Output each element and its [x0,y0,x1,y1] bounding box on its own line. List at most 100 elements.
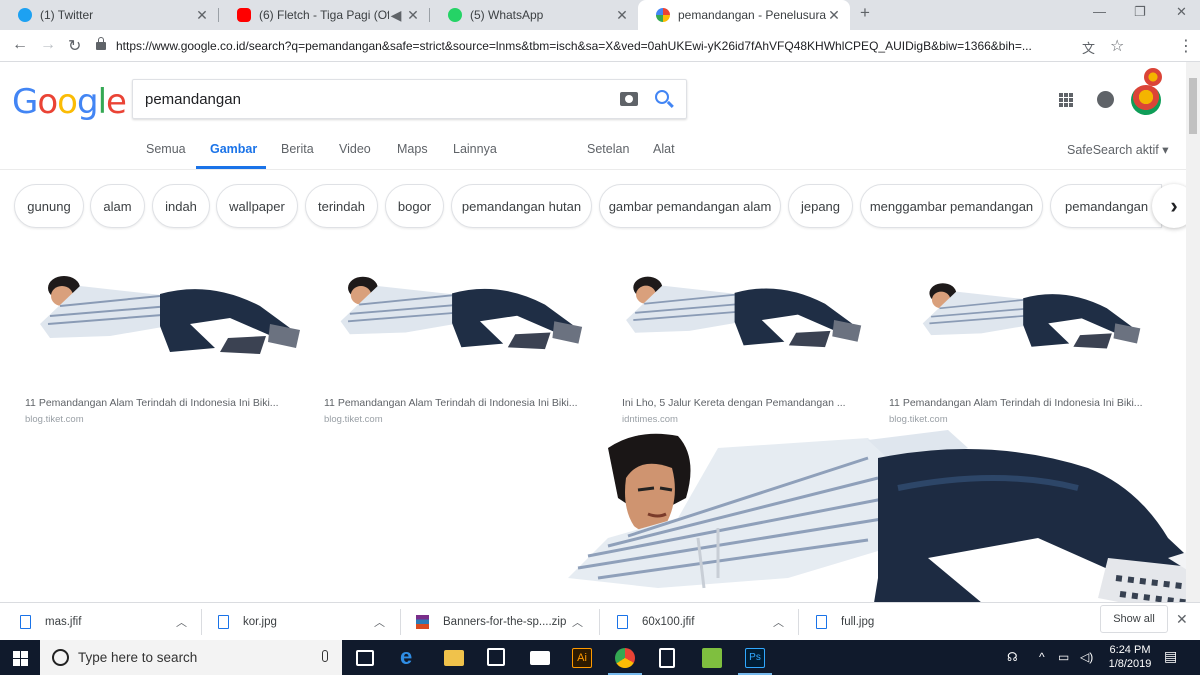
chevron-up-icon[interactable]: ︿ [176,614,187,630]
tab-google-search[interactable]: pemandangan - Penelusuran Go ✕ [638,0,850,30]
tab-youtube[interactable]: (6) Fletch - Tiga Pagi (Officia ◀ ✕ [219,0,429,30]
tab-twitter[interactable]: (1) Twitter ✕ [0,0,218,30]
edge-icon[interactable]: e [400,644,420,669]
result-caption-3[interactable]: Ini Lho, 5 Jalur Kereta dengan Pemandang… [622,397,862,425]
download-item[interactable]: Banners-for-the-sp....zip ︿ [416,603,596,641]
twitter-icon [18,8,32,22]
taskbar-clock[interactable]: 6:24 PM 1/8/2019 [1100,643,1160,671]
close-icon[interactable]: ✕ [405,7,421,24]
chevron-up-icon[interactable]: ︿ [572,614,583,630]
tools-link[interactable]: Alat [653,142,675,156]
youtube-icon [237,8,251,22]
illustrator-icon[interactable]: Ai [572,648,592,668]
avatar[interactable] [1131,85,1161,115]
taskbar-search[interactable]: Type here to search [40,640,342,675]
action-center-icon[interactable]: ▤ [1164,648,1177,665]
tab-maps[interactable]: Maps [397,142,428,156]
search-input[interactable] [145,90,595,108]
download-item[interactable]: kor.jpg ︿ [218,603,398,641]
tab-more[interactable]: Lainnya [453,142,497,156]
safesearch-toggle[interactable]: SafeSearch aktif ▾ [1067,142,1168,157]
task-view-icon[interactable] [356,650,374,666]
camera-icon[interactable] [620,92,638,106]
download-filename: Banners-for-the-sp....zip [443,616,567,628]
active-tab-indicator [196,166,266,169]
result-image-1[interactable] [20,266,302,362]
store-icon[interactable] [487,648,505,666]
close-shelf-icon[interactable]: ✕ [1176,611,1188,628]
chip-jepang[interactable]: jepang [788,184,853,228]
calculator-icon[interactable] [659,648,675,668]
reload-button[interactable]: ↻ [68,36,81,56]
app-icon[interactable] [702,648,722,668]
new-tab-button[interactable]: + [860,3,870,23]
apps-grid-icon[interactable] [1059,93,1073,107]
reclining-person-image [340,276,583,350]
close-window-button[interactable]: ✕ [1176,4,1187,20]
microphone-icon[interactable] [322,650,328,662]
chip-pemandangan-in[interactable]: pemandangan in [1050,184,1162,228]
download-item[interactable]: full.jpg [816,603,996,641]
restore-button[interactable]: ❐ [1134,4,1146,20]
download-item[interactable]: 60x100.jfif ︿ [617,603,797,641]
people-icon[interactable]: ☊ [1007,650,1018,664]
translate-icon[interactable]: 文 [1082,38,1095,57]
mail-icon[interactable] [530,651,550,665]
notifications-icon[interactable] [1097,91,1114,108]
tab-images[interactable]: Gambar [210,142,257,156]
chip-wallpaper[interactable]: wallpaper [216,184,298,228]
settings-link[interactable]: Setelan [587,142,629,156]
network-icon[interactable]: ▭ [1058,650,1069,664]
result-source: blog.tiket.com [889,414,948,425]
photoshop-icon[interactable]: Ps [745,648,765,668]
tab-title: (6) Fletch - Tiga Pagi (Officia [259,8,389,22]
download-filename: full.jpg [841,616,875,628]
vertical-scrollbar[interactable] [1186,62,1200,602]
address-bar[interactable]: https://www.google.co.id/search?q=pemand… [96,34,1076,58]
show-all-button[interactable]: Show all [1100,605,1168,633]
logo-letter: l [97,82,108,122]
tab-all[interactable]: Semua [146,142,186,156]
close-icon[interactable]: ✕ [194,7,210,24]
result-caption-2[interactable]: 11 Pemandangan Alam Terindah di Indonesi… [324,397,594,425]
back-button[interactable]: ← [12,36,28,54]
profile-avatar-icon[interactable] [1144,68,1162,86]
close-icon[interactable]: ✕ [826,7,842,24]
close-icon[interactable]: ✕ [614,7,630,24]
tab-news[interactable]: Berita [281,142,314,156]
tab-video[interactable]: Video [339,142,371,156]
chip-menggambar-pemandangan[interactable]: menggambar pemandangan [860,184,1043,228]
chip-alam[interactable]: alam [90,184,145,228]
clock-time: 6:24 PM [1109,644,1151,656]
menu-icon[interactable]: ⋮ [1178,36,1194,56]
tab-whatsapp[interactable]: (5) WhatsApp ✕ [430,0,638,30]
result-image-2[interactable] [322,266,584,358]
chip-gunung[interactable]: gunung [14,184,84,228]
search-icon[interactable] [655,90,669,104]
google-logo[interactable]: Google [12,82,127,122]
result-image-3[interactable] [608,266,863,356]
file-explorer-icon[interactable] [444,650,464,666]
result-caption-4[interactable]: 11 Pemandangan Alam Terindah di Indonesi… [889,397,1159,425]
chip-indah[interactable]: indah [152,184,210,228]
volume-icon[interactable]: ◁) [1080,650,1093,664]
chevron-up-icon[interactable]: ︿ [773,614,784,630]
chip-pemandangan-hutan[interactable]: pemandangan hutan [451,184,592,228]
tray-chevron-icon[interactable]: ^ [1039,650,1045,664]
minimize-button[interactable]: — [1093,4,1106,19]
bookmark-star-icon[interactable]: ☆ [1110,36,1124,56]
search-box [132,79,687,119]
result-caption-1[interactable]: 11 Pemandangan Alam Terindah di Indonesi… [25,397,295,425]
chevron-up-icon[interactable]: ︿ [374,614,385,630]
chrome-icon[interactable] [615,648,635,668]
tab-strip: (1) Twitter ✕ (6) Fletch - Tiga Pagi (Of… [0,0,1200,30]
chip-bogor[interactable]: bogor [385,184,444,228]
forward-button[interactable]: → [40,36,56,54]
download-item[interactable]: mas.jfif ︿ [20,603,200,641]
windows-start-icon[interactable] [13,651,28,666]
scrollbar-thumb[interactable] [1189,78,1197,134]
chip-terindah[interactable]: terindah [305,184,378,228]
result-image-4[interactable] [906,274,1142,356]
chip-gambar-pemandangan-alam[interactable]: gambar pemandangan alam [599,184,781,228]
speaker-icon[interactable]: ◀ [389,7,403,24]
